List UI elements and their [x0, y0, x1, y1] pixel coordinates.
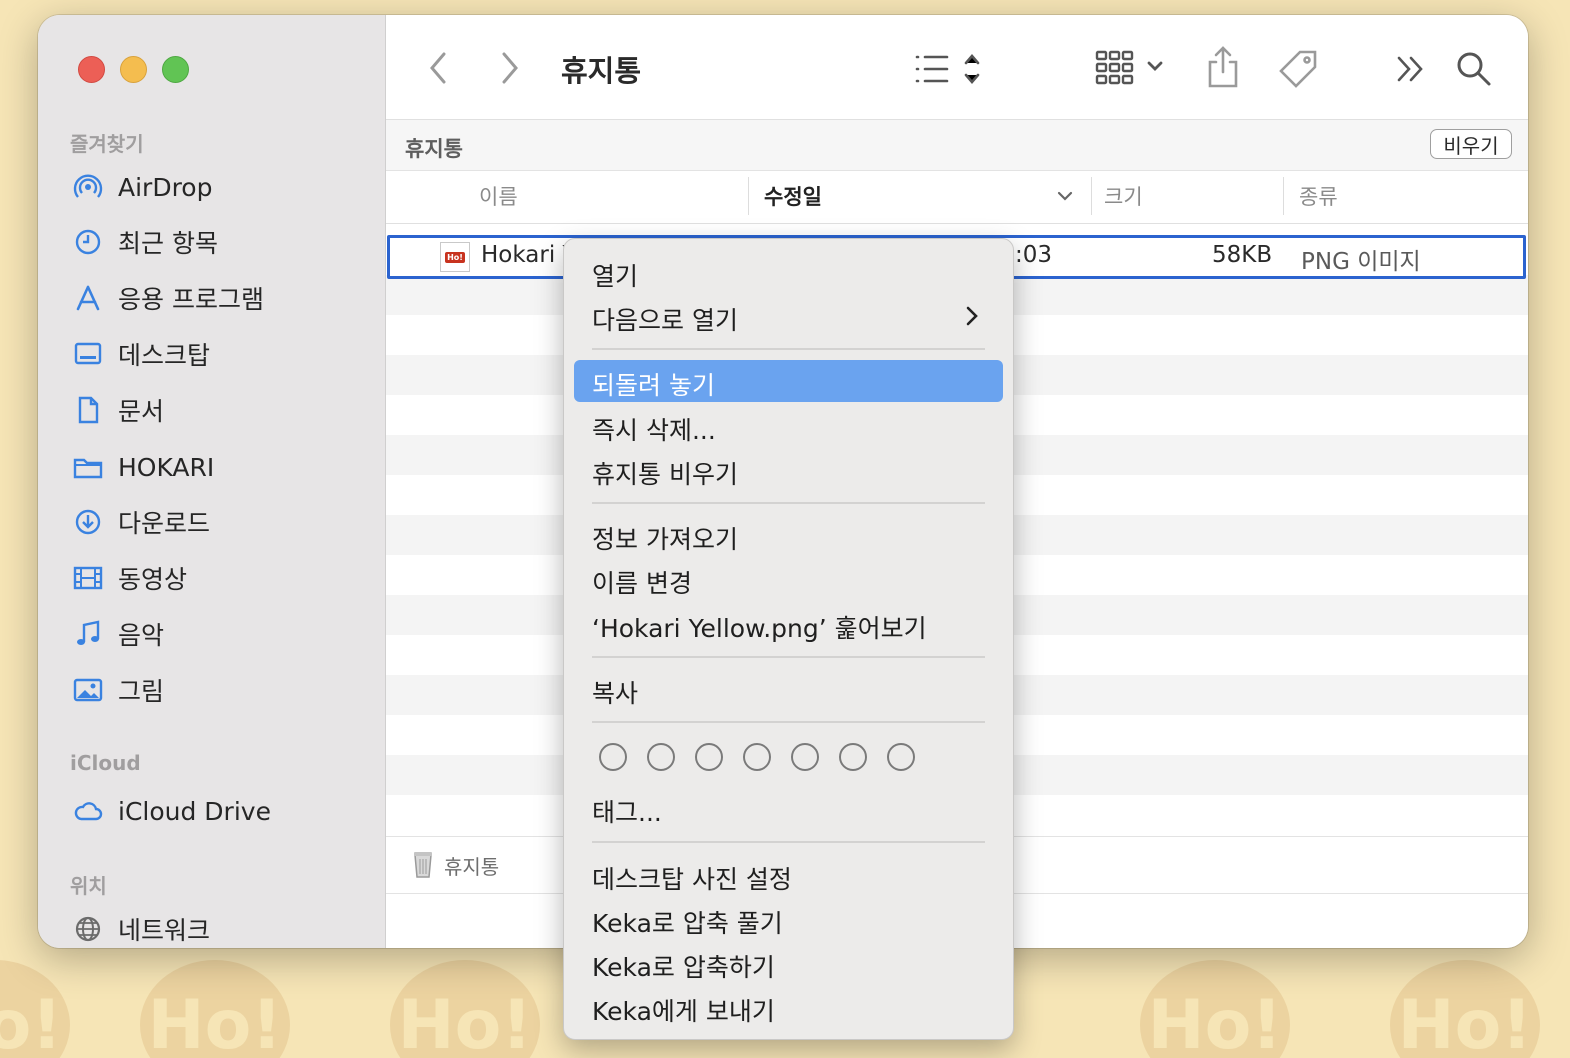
- file-kind: PNG 이미지: [1301, 249, 1421, 275]
- menu-separator: [592, 502, 985, 504]
- menu-item-rename[interactable]: 이름 변경: [574, 558, 1003, 600]
- empty-trash-button[interactable]: 비우기: [1430, 129, 1512, 159]
- cloud-icon: [74, 802, 103, 821]
- file-modified: :03: [1015, 242, 1053, 268]
- tag-color-option[interactable]: [791, 743, 819, 771]
- sidebar-item-pictures[interactable]: 그림: [72, 670, 164, 710]
- column-header: 이름 수정일 크기 종류: [386, 171, 1528, 224]
- file-size: 58KB: [1212, 242, 1273, 268]
- list-view-icon[interactable]: [914, 53, 990, 85]
- menu-item-open-with[interactable]: 다음으로 열기: [574, 295, 1003, 337]
- desktop-icon: [74, 342, 102, 365]
- sidebar-item-airdrop[interactable]: AirDrop: [72, 167, 212, 207]
- menu-item-get-info[interactable]: 정보 가져오기: [574, 514, 1003, 556]
- menu-separator: [592, 656, 985, 658]
- tag-color-option[interactable]: [839, 743, 867, 771]
- tag-color-option[interactable]: [887, 743, 915, 771]
- applications-icon: [76, 285, 100, 311]
- airdrop-icon: [73, 174, 103, 198]
- sidebar-item-applications[interactable]: 응용 프로그램: [72, 278, 264, 318]
- sidebar-item-documents[interactable]: 문서: [72, 390, 164, 430]
- wallpaper-logo: Ho!: [140, 960, 290, 1058]
- menu-item-open[interactable]: 열기: [574, 251, 1003, 293]
- column-name[interactable]: 이름: [479, 181, 518, 211]
- more-chevron-icon[interactable]: [1396, 55, 1426, 83]
- menu-item-quick-look[interactable]: ‘Hokari Yellow.png’ 훑어보기: [574, 603, 1003, 645]
- forward-icon[interactable]: [498, 51, 522, 85]
- sidebar-section-locations: 위치: [70, 874, 107, 898]
- menu-separator: [592, 841, 985, 843]
- download-icon: [75, 509, 101, 535]
- status-path-label: 휴지통: [444, 855, 500, 879]
- sort-chevron-down-icon[interactable]: [1056, 189, 1074, 203]
- sidebar-item-downloads[interactable]: 다운로드: [72, 502, 210, 542]
- menu-item-copy[interactable]: 복사: [574, 668, 1003, 710]
- column-divider: [1091, 177, 1092, 215]
- zoom-button[interactable]: [162, 56, 189, 83]
- menu-item-put-back[interactable]: 되돌려 놓기: [574, 360, 1003, 402]
- menu-separator: [592, 348, 985, 350]
- menu-item-set-desktop-picture[interactable]: 데스크탑 사진 설정: [574, 854, 1003, 896]
- file-thumbnail: Ho!: [440, 242, 470, 272]
- toolbar: 휴지통: [386, 15, 1528, 120]
- folder-title: 휴지통: [405, 137, 463, 161]
- photo-icon: [73, 678, 103, 702]
- wallpaper-logo: Ho!: [390, 960, 540, 1058]
- folder-icon: [73, 458, 103, 479]
- window-controls: [78, 56, 189, 83]
- chevron-right-icon: [966, 306, 978, 326]
- tag-color-option[interactable]: [599, 743, 627, 771]
- globe-icon: [75, 916, 101, 942]
- clock-icon: [75, 229, 101, 255]
- tag-color-option[interactable]: [647, 743, 675, 771]
- column-divider: [748, 177, 749, 215]
- context-menu: 열기 다음으로 열기 되돌려 놓기 즉시 삭제... 휴지통 비우기 정보 가져…: [563, 238, 1014, 1040]
- column-modified[interactable]: 수정일: [764, 181, 822, 211]
- sidebar-item-network[interactable]: 네트워크: [72, 909, 210, 948]
- sidebar-item-icloud-drive[interactable]: iCloud Drive: [72, 791, 271, 831]
- search-icon[interactable]: [1456, 51, 1492, 87]
- wallpaper-logo: Ho!: [1140, 960, 1290, 1058]
- menu-item-empty-trash[interactable]: 휴지통 비우기: [574, 449, 1003, 491]
- column-divider: [1283, 177, 1284, 215]
- minimize-button[interactable]: [120, 56, 147, 83]
- menu-item-keka-send[interactable]: Keka에게 보내기: [574, 986, 1003, 1028]
- sidebar-item-desktop[interactable]: 데스크탑: [72, 334, 210, 374]
- back-icon[interactable]: [426, 51, 450, 85]
- sidebar: 즐겨찾기 AirDrop 최근 항목 응용 프로그램 데스크탑 문서 HOKAR…: [38, 15, 386, 948]
- menu-item-keka-compress[interactable]: Keka로 압축하기: [574, 942, 1003, 984]
- sidebar-item-movies[interactable]: 동영상: [72, 558, 187, 598]
- sidebar-item-music[interactable]: 음악: [72, 614, 164, 654]
- tag-color-option[interactable]: [695, 743, 723, 771]
- path-bar: 휴지통 비우기: [386, 120, 1528, 171]
- tag-color-picker: [599, 743, 915, 771]
- sidebar-item-recents[interactable]: 최근 항목: [72, 222, 218, 262]
- film-icon: [73, 566, 103, 590]
- document-icon: [78, 396, 99, 424]
- share-icon[interactable]: [1206, 45, 1240, 89]
- tag-color-option[interactable]: [743, 743, 771, 771]
- group-view-icon[interactable]: [1094, 49, 1170, 87]
- tag-icon[interactable]: [1278, 49, 1318, 89]
- menu-separator: [592, 721, 985, 723]
- window-title: 휴지통: [561, 54, 642, 88]
- menu-item-tags[interactable]: 태그...: [574, 787, 1003, 829]
- column-kind[interactable]: 종류: [1299, 181, 1338, 211]
- wallpaper-logo: Ho!: [0, 960, 70, 1058]
- menu-item-keka-extract[interactable]: Keka로 압축 풀기: [574, 898, 1003, 940]
- close-button[interactable]: [78, 56, 105, 83]
- sidebar-section-icloud: iCloud: [70, 751, 141, 775]
- sidebar-item-hokari[interactable]: HOKARI: [72, 447, 214, 487]
- menu-item-delete-immediately[interactable]: 즉시 삭제...: [574, 405, 1003, 447]
- wallpaper-logo: Ho!: [1390, 960, 1540, 1058]
- column-size[interactable]: 크기: [1104, 181, 1143, 211]
- music-icon: [77, 620, 100, 645]
- trash-icon: [414, 852, 432, 878]
- sidebar-section-favorites: 즐겨찾기: [70, 132, 144, 156]
